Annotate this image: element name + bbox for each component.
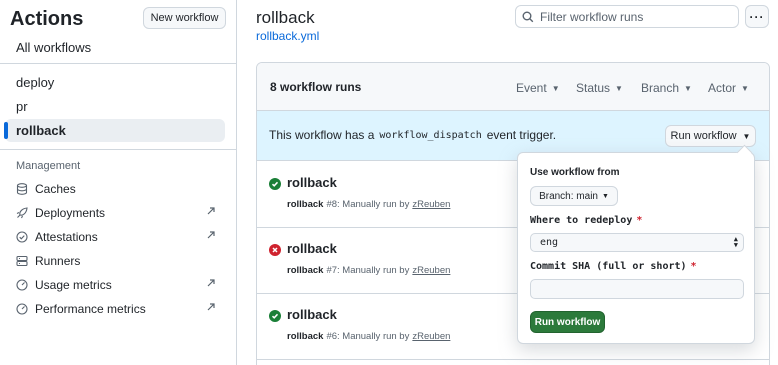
- check-circle-icon: [16, 231, 28, 243]
- sidebar-item-usage-metrics[interactable]: Usage metrics: [16, 275, 220, 295]
- more-options-button[interactable]: ···: [745, 5, 769, 28]
- filter-label: Status: [576, 81, 611, 95]
- sidebar-item-label: Deployments: [35, 206, 106, 220]
- banner-text-after: event trigger.: [486, 128, 557, 142]
- run-workflow-submit-button[interactable]: Run workflow: [530, 311, 605, 333]
- filter-label: Event: [516, 81, 547, 95]
- sidebar-item-label: Usage metrics: [35, 278, 112, 292]
- event-filter[interactable]: Event ▼: [516, 81, 560, 95]
- banner-code: workflow_dispatch: [379, 129, 482, 141]
- sidebar-item-deploy[interactable]: deploy: [5, 71, 225, 94]
- actor-link[interactable]: zReuben: [412, 331, 450, 342]
- database-icon: [16, 183, 28, 195]
- run-meta: rollback #7: Manually run by zReuben: [287, 265, 450, 276]
- caret-down-icon: ▼: [684, 83, 692, 93]
- run-meta-text: #7: Manually run by: [326, 265, 410, 276]
- run-workflow-name: rollback: [287, 265, 324, 276]
- sidebar-item-caches[interactable]: Caches: [16, 179, 220, 199]
- selected-value: eng: [540, 237, 559, 248]
- search-input[interactable]: [540, 9, 730, 24]
- external-link-icon: [207, 207, 215, 215]
- status-filter[interactable]: Status ▼: [576, 81, 623, 95]
- commit-sha-label: Commit SHA (full or short) *: [530, 261, 697, 272]
- branch-filter[interactable]: Branch ▼: [641, 81, 692, 95]
- redeploy-target-select[interactable]: eng ▲ ▼: [530, 233, 744, 252]
- filter-label: Branch: [641, 81, 680, 95]
- divider: [0, 149, 236, 150]
- sidebar-item-label: Caches: [35, 182, 76, 196]
- banner-message: This workflow has a workflow_dispatch ev…: [269, 128, 556, 142]
- sidebar-item-deployments[interactable]: Deployments: [16, 203, 220, 223]
- caret-down-icon: ▼: [741, 83, 749, 93]
- run-meta: rollback #8: Manually run by zReuben: [287, 199, 450, 210]
- required-marker: *: [690, 261, 697, 272]
- page-title: rollback: [256, 8, 315, 27]
- run-workflow-popover: Use workflow from Branch: main ▼ Where to…: [517, 152, 755, 344]
- sidebar: Actions New workflow All workflows deplo…: [0, 0, 237, 365]
- filter-label: Actor: [708, 81, 737, 95]
- run-title[interactable]: rollback: [287, 241, 337, 256]
- button-label: Run workflow: [670, 130, 737, 142]
- branch-select-button[interactable]: Branch: main ▼: [530, 186, 618, 206]
- use-workflow-from-label: Use workflow from: [530, 167, 620, 178]
- run-meta: rollback #6: Manually run by zReuben: [287, 331, 450, 342]
- divider: [0, 63, 236, 64]
- caret-down-icon: ▼: [601, 192, 609, 200]
- failure-x-icon: [269, 244, 281, 256]
- external-link-icon: [207, 279, 215, 287]
- run-meta-text: #6: Manually run by: [326, 331, 410, 342]
- sidebar-item-label: Performance metrics: [35, 302, 146, 316]
- field-label-text: Where to redeploy: [530, 215, 633, 226]
- success-check-icon: [269, 178, 281, 190]
- run-workflow-name: rollback: [287, 331, 324, 342]
- caret-down-icon: ▼: [742, 131, 751, 141]
- external-link-icon: [207, 231, 215, 239]
- sidebar-item-attestations[interactable]: Attestations: [16, 227, 220, 247]
- sidebar-item-label: deploy: [16, 75, 55, 90]
- search-icon: [522, 11, 534, 22]
- sidebar-item-label: Attestations: [35, 230, 98, 244]
- external-link-icon: [207, 303, 215, 311]
- select-arrows-icon: ▲ ▼: [733, 235, 738, 249]
- sidebar-item-pr[interactable]: pr: [5, 95, 225, 118]
- sidebar-item-all-workflows[interactable]: All workflows: [5, 36, 225, 59]
- redeploy-target-label: Where to redeploy *: [530, 215, 642, 226]
- actor-filter[interactable]: Actor ▼: [708, 81, 749, 95]
- runs-count: 8 workflow runs: [270, 80, 362, 94]
- actor-link[interactable]: zReuben: [412, 199, 450, 210]
- sidebar-item-performance-metrics[interactable]: Performance metrics: [16, 299, 220, 319]
- caret-down-icon: ▼: [615, 83, 623, 93]
- new-workflow-button[interactable]: New workflow: [143, 7, 226, 29]
- run-workflow-name: rollback: [287, 199, 324, 210]
- management-heading: Management: [16, 160, 81, 172]
- sidebar-item-label: All workflows: [16, 40, 92, 55]
- sidebar-title: Actions: [10, 8, 84, 30]
- meter-icon: [16, 279, 28, 291]
- actor-link[interactable]: zReuben: [412, 265, 450, 276]
- success-check-icon: [269, 310, 281, 322]
- commit-sha-input[interactable]: [530, 279, 744, 299]
- server-icon: [16, 255, 28, 267]
- sidebar-item-runners[interactable]: Runners: [16, 251, 220, 271]
- button-label: Branch: main: [539, 190, 598, 202]
- run-title[interactable]: rollback: [287, 175, 337, 190]
- meter-icon: [16, 303, 28, 315]
- required-marker: *: [636, 215, 643, 226]
- caret-down-icon: ▼: [551, 83, 560, 93]
- sidebar-item-label: pr: [16, 99, 28, 114]
- workflow-file-link[interactable]: rollback.yml: [256, 29, 319, 43]
- filter-runs-search[interactable]: [515, 5, 739, 28]
- rocket-icon: [16, 207, 28, 219]
- run-meta-text: #8: Manually run by: [326, 199, 410, 210]
- runs-header: 8 workflow runs Event ▼ Status ▼ Branch ▼ A…: [257, 63, 769, 111]
- sidebar-item-rollback[interactable]: rollback: [4, 119, 225, 142]
- field-label-text: Commit SHA (full or short): [530, 261, 687, 272]
- sidebar-item-label: rollback: [16, 123, 66, 138]
- run-workflow-dropdown-button[interactable]: Run workflow ▼: [665, 125, 756, 147]
- banner-text-before: This workflow has a: [269, 128, 375, 142]
- sidebar-item-label: Runners: [35, 254, 81, 268]
- run-title[interactable]: rollback: [287, 307, 337, 322]
